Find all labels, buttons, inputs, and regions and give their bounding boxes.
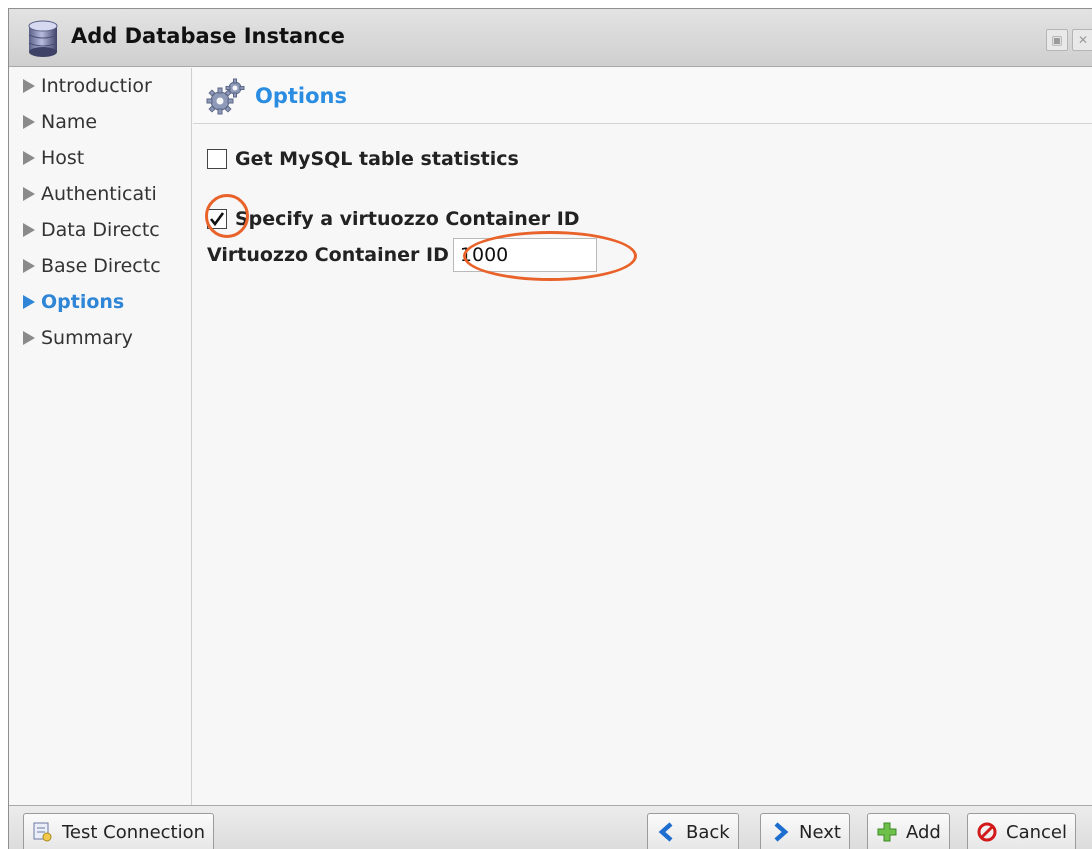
add-plus-icon xyxy=(876,821,898,843)
sidebar-item-data-directory[interactable]: Data Directc xyxy=(9,212,191,248)
gears-icon xyxy=(205,76,247,116)
window-title: Add Database Instance xyxy=(71,24,345,48)
sidebar-item-name[interactable]: Name xyxy=(9,104,191,140)
options-panel: Options Get MySQL table statistics Speci… xyxy=(193,68,1092,805)
back-button[interactable]: Back xyxy=(647,813,739,849)
sidebar-item-label: Base Directc xyxy=(41,255,161,277)
close-icon[interactable]: ✕ xyxy=(1072,29,1092,51)
section-header: Options xyxy=(193,68,1092,124)
container-id-label: Virtuozzo Container ID xyxy=(207,244,449,266)
test-connection-button[interactable]: Test Connection xyxy=(23,813,215,849)
sidebar-item-base-directory[interactable]: Base Directc xyxy=(9,248,191,284)
add-button[interactable]: Add xyxy=(867,813,950,849)
container-id-row: Virtuozzo Container ID xyxy=(207,238,597,272)
database-icon xyxy=(23,20,63,58)
mysql-stats-checkbox[interactable] xyxy=(207,149,227,169)
mysql-stats-row: Get MySQL table statistics xyxy=(207,148,519,170)
wizard-footer: Test Connection Back Next Add Cancel xyxy=(9,805,1092,849)
back-arrow-icon xyxy=(656,821,678,843)
sidebar-item-label: Data Directc xyxy=(41,219,160,241)
sidebar-item-label: Summary xyxy=(41,327,133,349)
step-arrow-icon xyxy=(23,115,35,129)
step-arrow-icon xyxy=(23,259,35,273)
step-arrow-icon xyxy=(23,79,35,93)
next-label: Next xyxy=(799,821,841,843)
container-id-input[interactable] xyxy=(452,238,597,272)
cancel-icon xyxy=(976,821,998,843)
step-arrow-icon xyxy=(23,295,35,309)
next-button[interactable]: Next xyxy=(760,813,850,849)
next-arrow-icon xyxy=(769,821,791,843)
step-arrow-icon xyxy=(23,151,35,165)
title-bar: Add Database Instance ▣ ✕ xyxy=(9,9,1092,67)
test-connection-label: Test Connection xyxy=(62,821,206,843)
cancel-label: Cancel xyxy=(1006,821,1067,843)
sidebar-item-authentication[interactable]: Authenticati xyxy=(9,176,191,212)
sidebar-item-label: Authenticati xyxy=(41,183,157,205)
sidebar-item-label: Name xyxy=(41,111,98,133)
section-title: Options xyxy=(255,83,347,108)
add-label: Add xyxy=(906,821,941,843)
checkmark-icon xyxy=(209,212,225,227)
step-arrow-icon xyxy=(23,331,35,345)
sidebar-item-label: Introductior xyxy=(41,75,152,97)
restore-icon[interactable]: ▣ xyxy=(1046,29,1068,51)
sidebar-item-label: Host xyxy=(41,147,85,169)
virtuozzo-row: Specify a virtuozzo Container ID xyxy=(207,208,580,230)
wizard-steps-sidebar: Introductior Name Host Authenticati Data… xyxy=(9,68,192,805)
test-connection-icon xyxy=(32,821,54,843)
sidebar-item-options[interactable]: Options xyxy=(9,284,191,320)
sidebar-item-introduction[interactable]: Introductior xyxy=(9,68,191,104)
add-database-instance-dialog: Add Database Instance ▣ ✕ Introductior N… xyxy=(8,8,1092,849)
virtuozzo-checkbox[interactable] xyxy=(207,209,227,229)
step-arrow-icon xyxy=(23,187,35,201)
back-label: Back xyxy=(686,821,730,843)
sidebar-item-host[interactable]: Host xyxy=(9,140,191,176)
sidebar-item-label: Options xyxy=(41,291,125,313)
mysql-stats-label: Get MySQL table statistics xyxy=(235,148,519,170)
virtuozzo-label: Specify a virtuozzo Container ID xyxy=(235,208,580,230)
step-arrow-icon xyxy=(23,223,35,237)
sidebar-item-summary[interactable]: Summary xyxy=(9,320,191,356)
cancel-button[interactable]: Cancel xyxy=(967,813,1076,849)
